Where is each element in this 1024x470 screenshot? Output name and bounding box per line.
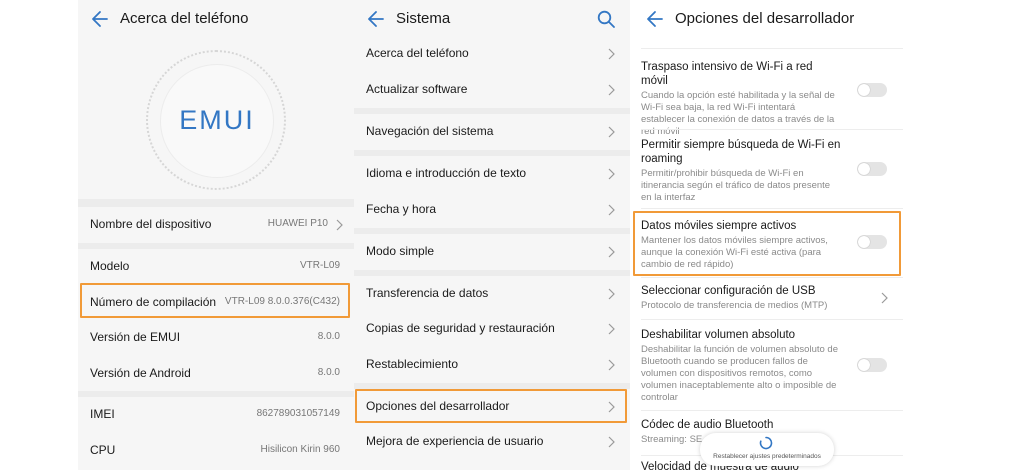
row-value: HUAWEI P10 xyxy=(267,218,328,229)
back-arrow-icon[interactable] xyxy=(90,9,110,29)
menu-item-language-input[interactable]: Idioma e introducción de texto xyxy=(354,156,630,192)
menu-item-software-update[interactable]: Actualizar software xyxy=(354,72,630,108)
option-usb-configuration[interactable]: Seleccionar configuración de USB Protoco… xyxy=(641,284,903,312)
chevron-right-icon xyxy=(608,288,615,300)
back-arrow-icon[interactable] xyxy=(366,9,386,29)
device-name-row[interactable]: Nombre del dispositivo HUAWEI P10 xyxy=(78,207,356,243)
menu-item-user-experience[interactable]: Mejora de experiencia de usuario xyxy=(354,424,630,460)
menu-item-label: Mejora de experiencia de usuario xyxy=(366,434,544,448)
toggle-switch[interactable] xyxy=(857,83,887,97)
emui-logo: EMUI xyxy=(146,50,286,190)
chevron-right-icon xyxy=(336,219,343,231)
chevron-right-icon xyxy=(608,246,615,258)
chevron-right-icon xyxy=(608,168,615,180)
row-value: 8.0.0 xyxy=(317,331,340,342)
option-description: Protocolo de transferencia de medios (MT… xyxy=(641,300,828,311)
about-phone-panel: Acerca del teléfono EMUI Nombre del disp… xyxy=(78,0,356,470)
android-version-row: Versión de Android 8.0.0 xyxy=(78,356,356,392)
chevron-right-icon xyxy=(608,436,615,448)
model-row: Modelo VTR-L09 xyxy=(78,249,356,285)
menu-item-reset[interactable]: Restablecimiento xyxy=(354,347,630,383)
page-title: Sistema xyxy=(396,10,451,27)
chevron-right-icon xyxy=(608,84,615,96)
row-label: Modelo xyxy=(90,259,130,273)
option-description: Permitir/prohibir búsqueda de Wi-Fi en i… xyxy=(641,168,831,203)
option-title: Deshabilitar volumen absoluto xyxy=(641,329,796,341)
imei-row: IMEI 862789031057149 xyxy=(78,397,356,433)
toggle-switch[interactable] xyxy=(857,162,887,176)
option-wifi-roaming-scan[interactable]: Permitir siempre búsqueda de Wi-Fi en ro… xyxy=(641,138,903,204)
row-value: Hisilicon Kirin 960 xyxy=(260,444,340,455)
build-number-highlight xyxy=(80,283,350,318)
emui-logo-text: EMUI xyxy=(179,105,255,135)
menu-item-label: Modo simple xyxy=(366,244,435,258)
emui-version-row: Versión de EMUI 8.0.0 xyxy=(78,320,356,356)
row-label: IMEI xyxy=(90,407,115,421)
reset-defaults-toast: Restablecer ajustes predeterminados xyxy=(700,433,834,466)
row-label: CPU xyxy=(90,443,116,457)
option-description: Deshabilitar la función de volumen absol… xyxy=(641,344,838,403)
loading-spinner-icon xyxy=(759,436,773,450)
menu-item-simple-mode[interactable]: Modo simple xyxy=(354,234,630,270)
menu-item-label: Copias de seguridad y restauración xyxy=(366,321,555,335)
toggle-switch[interactable] xyxy=(857,358,887,372)
row-value: VTR-L09 xyxy=(299,260,340,271)
chevron-right-icon xyxy=(608,359,615,371)
menu-item-date-time[interactable]: Fecha y hora xyxy=(354,192,630,228)
menu-item-system-navigation[interactable]: Navegación del sistema xyxy=(354,114,630,150)
header: Opciones del desarrollador xyxy=(633,0,903,38)
menu-item-label: Fecha y hora xyxy=(366,202,437,216)
row-value: 8.0.0 xyxy=(317,367,340,378)
menu-item-label: Transferencia de datos xyxy=(366,286,489,300)
header: Acerca del teléfono xyxy=(78,0,356,38)
chevron-right-icon xyxy=(608,323,615,335)
option-description: Cuando la opción esté habilitada y la se… xyxy=(641,90,835,137)
cpu-row: CPU Hisilicon Kirin 960 xyxy=(78,433,356,469)
page-title: Opciones del desarrollador xyxy=(675,10,855,27)
menu-item-about[interactable]: Acerca del teléfono xyxy=(354,36,630,72)
chevron-right-icon xyxy=(608,48,615,60)
chevron-right-icon xyxy=(608,126,615,138)
menu-item-backup-restore[interactable]: Copias de seguridad y restauración xyxy=(354,311,630,347)
toast-text: Restablecer ajustes predeterminados xyxy=(713,453,821,460)
menu-item-label: Actualizar software xyxy=(366,82,468,96)
chevron-right-icon xyxy=(881,292,888,304)
developer-options-highlight xyxy=(355,389,627,423)
row-label: Versión de Android xyxy=(90,366,191,380)
option-disable-absolute-volume[interactable]: Deshabilitar volumen absoluto Deshabilit… xyxy=(641,328,903,404)
header: Sistema xyxy=(354,0,630,38)
mobile-data-highlight xyxy=(633,211,901,276)
option-title: Traspaso intensivo de Wi-Fi a red móvil xyxy=(641,61,813,87)
chevron-right-icon xyxy=(608,204,615,216)
menu-item-label: Navegación del sistema xyxy=(366,124,494,138)
option-title: Códec de audio Bluetooth xyxy=(641,419,774,431)
menu-item-label: Idioma e introducción de texto xyxy=(366,166,527,180)
row-value: 862789031057149 xyxy=(256,408,340,419)
option-title: Seleccionar configuración de USB xyxy=(641,285,816,297)
option-wifi-to-mobile[interactable]: Traspaso intensivo de Wi-Fi a red móvil … xyxy=(641,60,903,138)
page-title: Acerca del teléfono xyxy=(120,10,249,27)
menu-item-label: Restablecimiento xyxy=(366,357,459,371)
row-label: Versión de EMUI xyxy=(90,330,181,344)
menu-item-label: Acerca del teléfono xyxy=(366,46,469,60)
option-title: Permitir siempre búsqueda de Wi-Fi en ro… xyxy=(641,139,841,165)
back-arrow-icon[interactable] xyxy=(645,9,665,29)
menu-item-data-transfer[interactable]: Transferencia de datos xyxy=(354,276,630,312)
search-icon[interactable] xyxy=(596,9,616,29)
row-label: Nombre del dispositivo xyxy=(90,217,212,231)
